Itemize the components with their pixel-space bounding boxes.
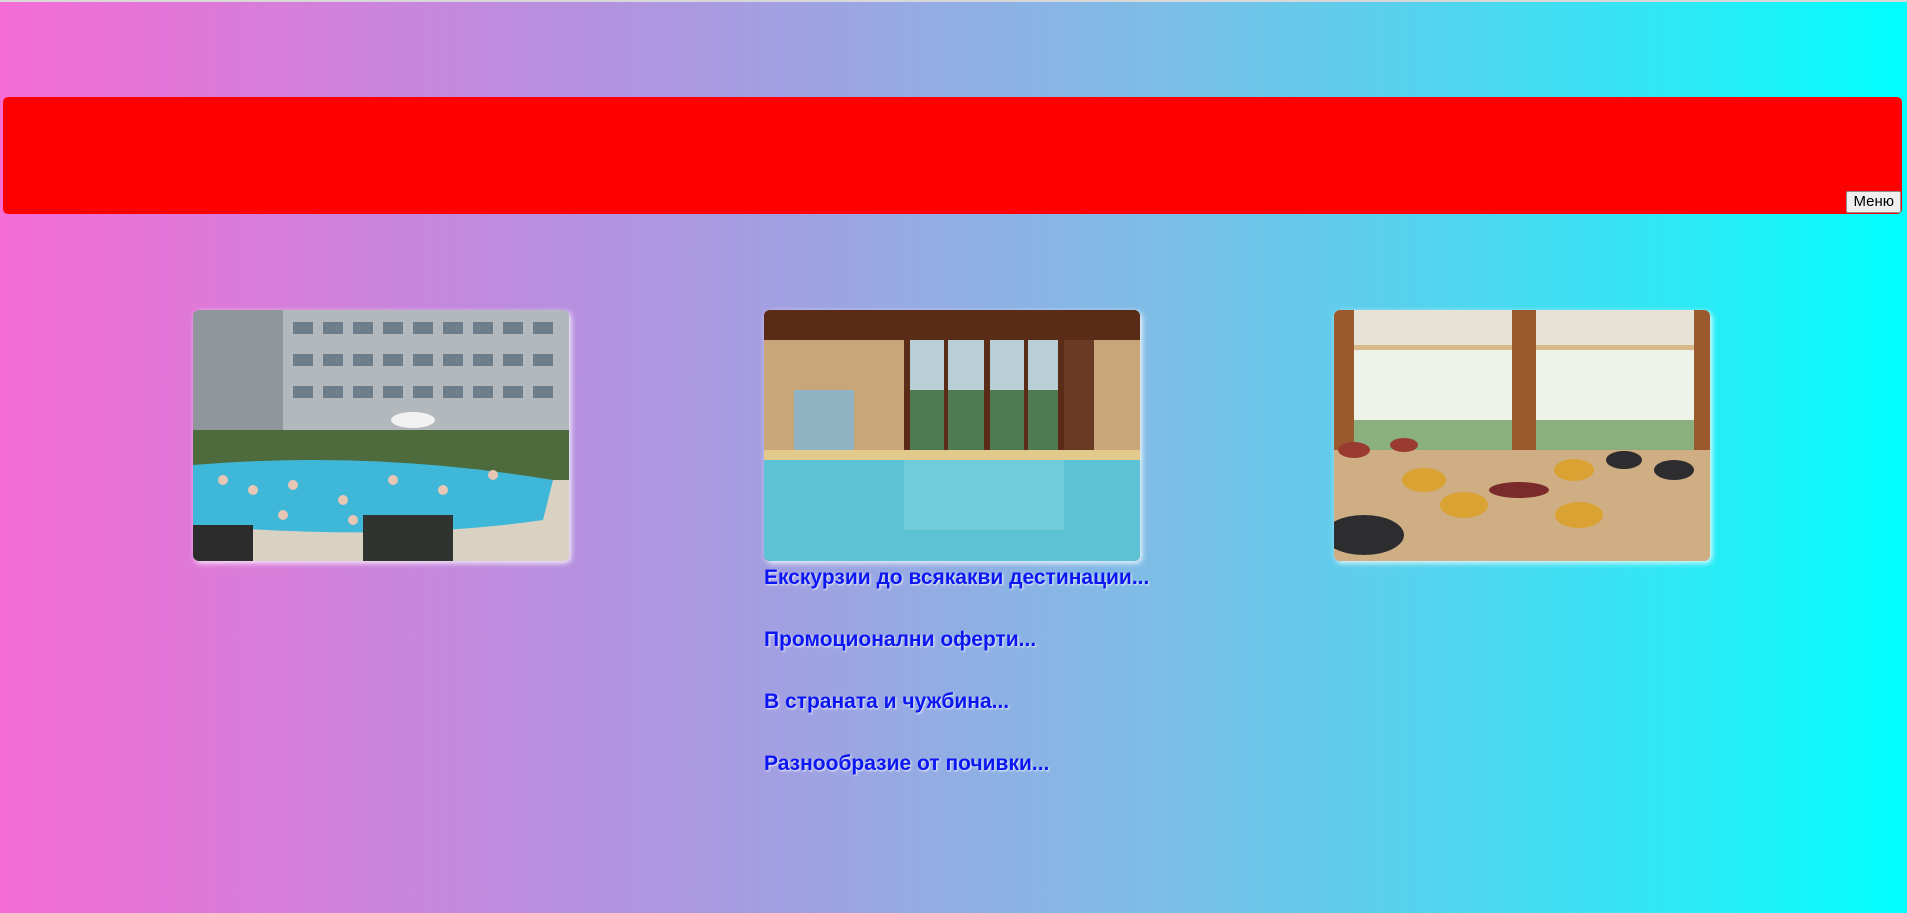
menu-button[interactable]: Меню xyxy=(1846,191,1901,213)
header-banner: Меню xyxy=(3,97,1902,214)
indoor-pool-photo xyxy=(764,310,1140,561)
link-promotional-offers[interactable]: Промоционални оферти... xyxy=(764,629,1149,650)
lounge-photo xyxy=(1334,310,1710,561)
offers-links: Екскурзии до всякакви дестинации... Пром… xyxy=(764,567,1149,815)
link-excursions[interactable]: Екскурзии до всякакви дестинации... xyxy=(764,567,1149,588)
link-domestic-and-abroad[interactable]: В страната и чужбина... xyxy=(764,691,1149,712)
top-border xyxy=(0,0,1907,2)
link-variety-of-holidays[interactable]: Разнообразие от почивки... xyxy=(764,753,1149,774)
outdoor-pool-photo xyxy=(193,310,569,561)
